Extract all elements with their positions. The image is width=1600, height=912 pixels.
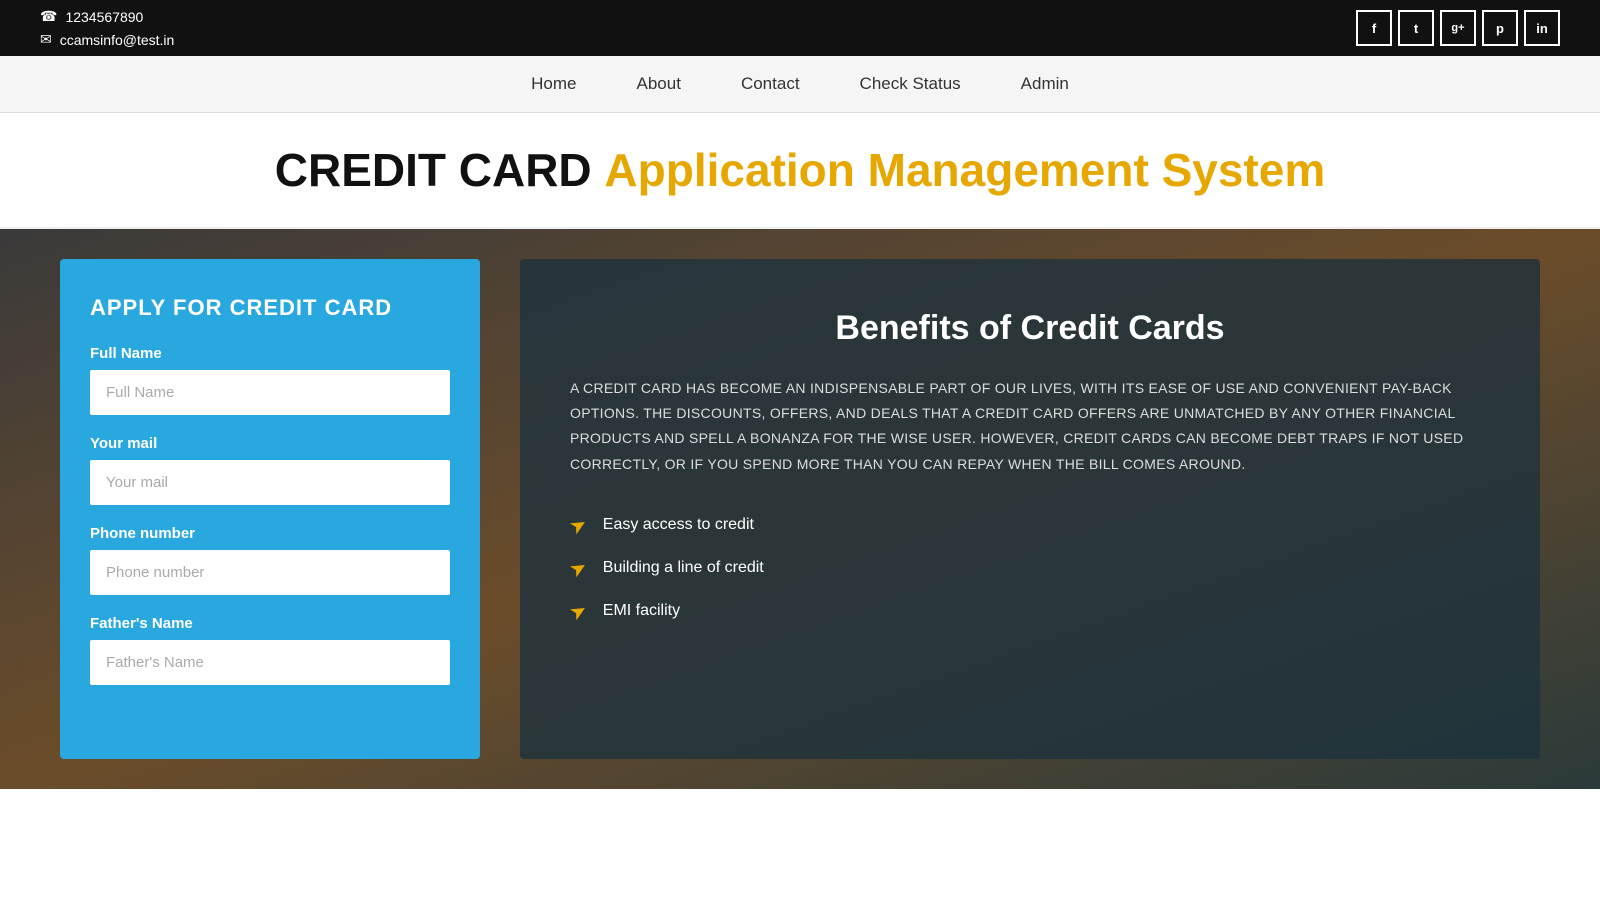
phone-group: Phone number [90,525,450,595]
father-name-label: Father's Name [90,615,450,632]
benefit-label-1: Easy access to credit [603,516,754,534]
benefits-list: ➤ Easy access to credit ➤ Building a lin… [570,513,1490,624]
hero-section: APPLY FOR CREDIT CARD Full Name Your mai… [0,229,1600,789]
arrow-icon-1: ➤ [565,510,592,540]
benefit-label-2: Building a line of credit [603,559,764,577]
phone-icon: ☎ [40,8,57,25]
benefit-item-2: ➤ Building a line of credit [570,556,1490,581]
full-name-label: Full Name [90,345,450,362]
pinterest-button[interactable]: p [1482,10,1518,46]
page-title: CREDIT CARD Application Management Syste… [20,143,1580,197]
email-contact: ✉ ccamsinfo@test.in [40,31,174,48]
email-address: ccamsinfo@test.in [60,32,175,48]
nav-about[interactable]: About [637,74,681,94]
nav-admin[interactable]: Admin [1021,74,1069,94]
title-black: CREDIT CARD [275,144,592,196]
full-name-input[interactable] [90,370,450,415]
benefits-heading: Benefits of Credit Cards [570,309,1490,348]
email-label: Your mail [90,435,450,452]
linkedin-button[interactable]: in [1524,10,1560,46]
benefits-panel: Benefits of Credit Cards A CREDIT CARD H… [520,259,1540,759]
facebook-button[interactable]: f [1356,10,1392,46]
social-icons-group: f t g+ p in [1356,10,1560,46]
benefit-item-3: ➤ EMI facility [570,599,1490,624]
phone-number: 1234567890 [65,9,143,25]
site-header: CREDIT CARD Application Management Syste… [0,113,1600,229]
twitter-button[interactable]: t [1398,10,1434,46]
top-bar-left: ☎ 1234567890 ✉ ccamsinfo@test.in [40,8,174,48]
phone-label: Phone number [90,525,450,542]
benefits-description: A CREDIT CARD HAS BECOME AN INDISPENSABL… [570,376,1490,477]
googleplus-button[interactable]: g+ [1440,10,1476,46]
top-bar: ☎ 1234567890 ✉ ccamsinfo@test.in f t g+ … [0,0,1600,56]
nav-check-status[interactable]: Check Status [860,74,961,94]
email-input[interactable] [90,460,450,505]
navbar: Home About Contact Check Status Admin [0,56,1600,113]
arrow-icon-2: ➤ [565,553,592,583]
email-icon: ✉ [40,31,52,48]
benefit-label-3: EMI facility [603,602,680,620]
email-group: Your mail [90,435,450,505]
father-name-group: Father's Name [90,615,450,685]
phone-contact: ☎ 1234567890 [40,8,174,25]
form-heading: APPLY FOR CREDIT CARD [90,295,450,321]
full-name-group: Full Name [90,345,450,415]
phone-input[interactable] [90,550,450,595]
nav-contact[interactable]: Contact [741,74,800,94]
arrow-icon-3: ➤ [565,596,592,626]
father-name-input[interactable] [90,640,450,685]
application-form-panel: APPLY FOR CREDIT CARD Full Name Your mai… [60,259,480,759]
benefit-item-1: ➤ Easy access to credit [570,513,1490,538]
title-gold: Application Management System [604,144,1325,196]
nav-home[interactable]: Home [531,74,576,94]
